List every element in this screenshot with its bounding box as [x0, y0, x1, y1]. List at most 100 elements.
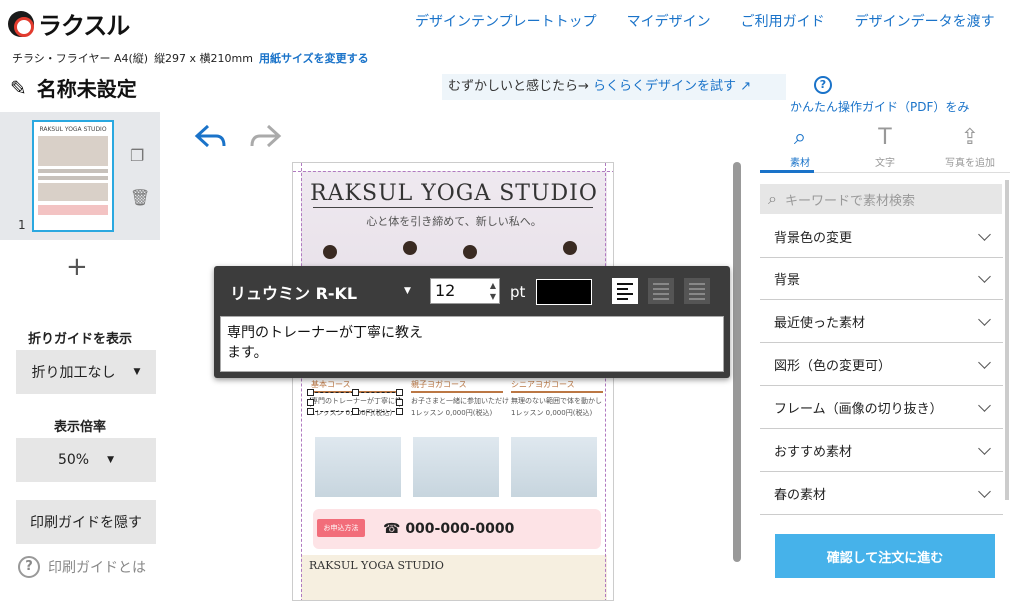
top-nav: デザインテンプレートトップ マイデザイン ご利用ガイド デザインデータを渡す	[400, 12, 1010, 32]
nav-guide[interactable]: ご利用ガイド	[726, 12, 840, 32]
zoom-label: 表示倍率	[53, 420, 106, 435]
dropdown-caret-icon[interactable]: ▼	[404, 286, 411, 296]
course-senior[interactable]: シニアヨガコース 無理のない範囲で体を動かし 1レッスン 0,000円(税込)	[511, 379, 603, 420]
align-right-icon[interactable]	[684, 278, 710, 304]
person-figure	[323, 245, 337, 259]
resize-handle[interactable]	[307, 399, 314, 406]
selected-text-box[interactable]	[307, 389, 403, 415]
canvas-scrollbar[interactable]	[733, 162, 741, 562]
design-canvas[interactable]: RAKSUL YOGA STUDIO 心と体を引き締めて、新しい私へ。 基本コー…	[292, 162, 614, 601]
category-recommended[interactable]: おすすめ素材	[760, 430, 1003, 472]
course-desc: お子さまと一緒に参加いただけ	[411, 397, 509, 405]
zoom-value: 50%	[57, 452, 90, 468]
align-center-icon[interactable]	[648, 278, 674, 304]
thumb-photo	[38, 183, 108, 201]
active-tab-indicator	[760, 170, 814, 173]
font-size-value: 12	[435, 281, 456, 300]
resize-handle[interactable]	[307, 389, 314, 396]
font-color-swatch[interactable]	[536, 279, 592, 305]
change-size-link[interactable]: 用紙サイズを変更する	[259, 50, 369, 66]
help-icon: ?	[814, 76, 832, 94]
flyer-subtitle[interactable]: 心と体を引き締めて、新しい私へ。	[301, 213, 607, 229]
page-thumbnail-1[interactable]: RAKSUL YOGA STUDIO	[32, 120, 114, 232]
fold-select[interactable]: 折り加工なし ▼	[16, 350, 156, 394]
resize-handle[interactable]	[352, 408, 359, 415]
resize-handle[interactable]	[396, 399, 403, 406]
chevron-down-icon	[978, 355, 991, 369]
resize-handle[interactable]	[396, 389, 403, 396]
category-shapes[interactable]: 図形（色の変更可）	[760, 344, 1003, 386]
thumb-title: RAKSUL YOGA STUDIO	[39, 126, 107, 133]
print-guide-line	[293, 171, 613, 172]
copy-page-icon[interactable]: ❐	[130, 146, 144, 165]
category-recent[interactable]: 最近使った素材	[760, 301, 1003, 343]
external-link-icon: ↗	[740, 79, 752, 94]
resize-handle[interactable]	[396, 408, 403, 415]
course-name: シニアヨガコース	[511, 379, 603, 393]
print-guide-line	[301, 163, 302, 600]
fold-select-value: 折り加工なし	[31, 365, 116, 381]
tab-label: 素材	[790, 158, 810, 169]
category-background[interactable]: 背景	[760, 258, 1003, 300]
person-figure	[563, 241, 577, 255]
flyer-footer[interactable]: RAKSUL YOGA STUDIO	[301, 555, 607, 600]
course-price: 1レッスン 0,000円(税込)	[511, 409, 593, 417]
tab-materials[interactable]: ⌕ 素材	[770, 122, 830, 169]
materials-icon: ⌕	[793, 125, 807, 150]
footer-title: RAKSUL YOGA STUDIO	[309, 559, 444, 572]
tab-text[interactable]: T 文字	[855, 122, 915, 169]
logo-text: ラクスル	[38, 12, 130, 40]
material-search[interactable]: ⌕ キーワードで素材検索	[760, 184, 1002, 214]
font-size-unit: pt	[510, 283, 526, 301]
category-label: 背景色の変更	[774, 231, 853, 246]
print-guide-help-label: 印刷ガイドとは	[48, 560, 146, 576]
chevron-down-icon	[978, 269, 991, 283]
flyer-title[interactable]: RAKSUL YOGA STUDIO	[301, 181, 607, 206]
raksul-logo[interactable]: ラクスル	[8, 6, 130, 41]
undo-icon[interactable]	[194, 122, 228, 152]
title-divider	[313, 207, 593, 208]
align-left-icon[interactable]	[612, 278, 638, 304]
resize-handle[interactable]	[352, 389, 359, 396]
stepper-icon[interactable]: ▲ ▼	[490, 280, 496, 302]
help-label[interactable]: かんたん操作ガイド（PDF）をみ	[790, 100, 969, 114]
print-guide-help[interactable]: ? 印刷ガイドとは	[18, 556, 146, 578]
font-family-select[interactable]: リュウミン R-KL	[230, 280, 357, 304]
delete-page-icon[interactable]: 🗑	[130, 188, 150, 207]
chevron-down-icon	[978, 484, 991, 498]
print-guide-toggle[interactable]: 印刷ガイドを隠す	[16, 500, 156, 544]
fold-guide-label: 折りガイドを表示	[27, 332, 132, 347]
tab-label: 文字	[875, 158, 895, 169]
pencil-icon[interactable]: ✎	[10, 76, 27, 100]
tab-add-photo[interactable]: ⇪ 写真を追加	[940, 122, 1000, 169]
font-size-input[interactable]: 12 ▲ ▼	[430, 278, 500, 304]
upload-icon: ⇪	[960, 125, 980, 150]
person-figure	[403, 241, 417, 255]
add-page-icon[interactable]: +	[66, 252, 88, 282]
nav-template-top[interactable]: デザインテンプレートトップ	[400, 12, 612, 32]
phone-number: ☎ 000-000-0000	[383, 521, 515, 537]
category-label: 最近使った素材	[774, 316, 866, 331]
order-button[interactable]: 確認して注文に進む	[775, 534, 995, 578]
nav-submit-data[interactable]: デザインデータを渡す	[840, 12, 1010, 32]
help-guide[interactable]: ? かんたん操作ガイド（PDF）をみ	[790, 76, 1010, 115]
course-parent-child[interactable]: 親子ヨガコース お子さまと一緒に参加いただけ 1レッスン 0,000円(税込)	[411, 379, 509, 420]
panel-scrollbar[interactable]	[1005, 180, 1009, 500]
course-photo	[413, 437, 499, 497]
doc-title[interactable]: 名称未設定	[37, 73, 137, 102]
resize-handle[interactable]	[307, 408, 314, 415]
zoom-select[interactable]: 50% ▼	[16, 438, 156, 482]
course-photo	[315, 437, 401, 497]
dropdown-caret-icon: ▼	[107, 455, 115, 465]
category-spring[interactable]: 春の素材	[760, 473, 1003, 515]
search-placeholder: キーワードで素材検索	[784, 193, 915, 209]
text-edit-popup: リュウミン R-KL ▼ 12 ▲ ▼ pt 専門のトレーナーが丁寧に教え ます。	[214, 266, 730, 378]
apply-box[interactable]: お申込方法 ☎ 000-000-0000	[313, 509, 601, 549]
category-label: おすすめ素材	[774, 445, 853, 460]
redo-icon[interactable]	[248, 122, 282, 152]
nav-my-design[interactable]: マイデザイン	[612, 12, 726, 32]
text-content-area[interactable]: 専門のトレーナーが丁寧に教え ます。	[220, 316, 724, 372]
easy-design-link[interactable]: らくらくデザインを試す	[593, 79, 736, 94]
category-frames[interactable]: フレーム（画像の切り抜き）	[760, 387, 1003, 429]
category-bg-color[interactable]: 背景色の変更	[760, 216, 1003, 258]
